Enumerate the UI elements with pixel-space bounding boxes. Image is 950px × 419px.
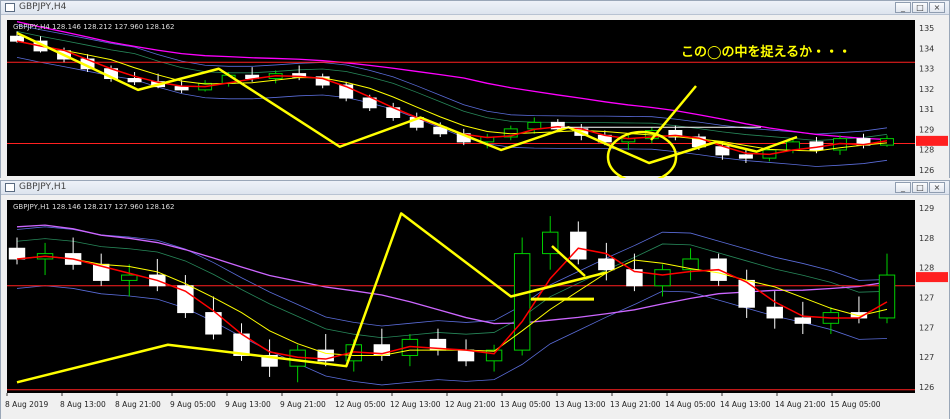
time-axis-label: 9 Aug 13:00 xyxy=(225,400,271,409)
h4-window-title: GBPJPY,H4 xyxy=(19,2,67,12)
candle-body xyxy=(738,279,755,308)
time-axis-label: 8 Aug 13:00 xyxy=(60,400,106,409)
price-axis-label: 126 xyxy=(919,166,934,175)
candle-body xyxy=(127,78,142,83)
candle-body xyxy=(121,274,138,281)
price-axis-label: 127 xyxy=(919,353,934,362)
current-price-tag xyxy=(916,135,948,146)
maximize-button[interactable]: □ xyxy=(912,2,928,13)
candle-body xyxy=(10,35,24,42)
time-axis-label: 12 Aug 05:00 xyxy=(335,400,386,409)
h1-titlebar[interactable]: GBPJPY,H1 _ □ × xyxy=(1,181,949,195)
price-axis-label: 126 xyxy=(919,383,934,392)
candle-body xyxy=(766,306,783,319)
close-button[interactable]: × xyxy=(929,2,945,13)
candle-body xyxy=(457,349,475,362)
candle-body xyxy=(878,274,896,319)
price-axis-label: 129 xyxy=(919,125,934,134)
maximize-button[interactable]: □ xyxy=(912,182,928,193)
price-axis-label: 135 xyxy=(919,24,934,33)
h4-chart[interactable]: 135 134 133 132 131 129 128 126 GBPJPY,H4 128.14… xyxy=(1,16,949,178)
minimize-button[interactable]: _ xyxy=(895,2,911,13)
annotation-text: この◯の中を捉えるか・・・ xyxy=(681,44,851,60)
time-axis-label: 9 Aug 21:00 xyxy=(280,400,326,409)
time-axis-label: 13 Aug 13:00 xyxy=(555,400,606,409)
time-axis-label: 14 Aug 21:00 xyxy=(775,400,826,409)
candle-body xyxy=(794,317,812,324)
price-axis-label: 134 xyxy=(919,44,934,53)
price-axis-label: 129 xyxy=(919,204,934,213)
chart-window-icon xyxy=(5,183,15,192)
h4-chart-window[interactable]: GBPJPY,H4 _ □ × 135 134 133 132 131 129 128 126… xyxy=(0,0,950,178)
h1-window-title: GBPJPY,H1 xyxy=(19,182,67,192)
time-axis-label: 12 Aug 21:00 xyxy=(445,400,496,409)
time-axis-label: 8 Aug 2019 xyxy=(5,400,48,409)
price-axis-label: 128 xyxy=(919,146,934,155)
price-axis-label: 132 xyxy=(919,85,934,94)
time-axis-label: 14 Aug 05:00 xyxy=(665,400,716,409)
current-price-tag xyxy=(916,272,948,283)
candle-body xyxy=(654,269,671,287)
candle-body xyxy=(513,253,531,351)
time-axis-label: 8 Aug 21:00 xyxy=(115,400,161,409)
h1-chart[interactable]: 129 128 128 127 127 127 126 GBPJPY,H1 128.146 1… xyxy=(1,196,949,419)
minimize-button[interactable]: _ xyxy=(895,182,911,193)
plot-area xyxy=(7,200,915,393)
candle-body xyxy=(174,86,189,91)
h1-info-line: GBPJPY,H1 128.146 128.217 127.960 128.16… xyxy=(13,203,175,211)
h4-titlebar[interactable]: GBPJPY,H4 _ □ × xyxy=(1,1,949,15)
price-axis-label: 128 xyxy=(919,234,934,243)
time-axis-label: 12 Aug 13:00 xyxy=(390,400,441,409)
candle-body xyxy=(527,121,542,130)
price-axis-label: 127 xyxy=(919,323,934,332)
time-axis-label: 9 Aug 05:00 xyxy=(170,400,216,409)
h1-chart-window[interactable]: GBPJPY,H1 _ □ × 129 128 128 127 127 127 126 GBP… xyxy=(0,180,950,419)
candle-body xyxy=(738,154,753,159)
candle-body xyxy=(8,247,26,260)
h4-info-line: GBPJPY,H4 128.146 128.212 127.960 128.16… xyxy=(13,23,175,31)
time-axis-label: 13 Aug 21:00 xyxy=(610,400,661,409)
candle-body xyxy=(485,349,503,362)
time-axis-label: 13 Aug 05:00 xyxy=(500,400,551,409)
close-button[interactable]: × xyxy=(929,182,945,193)
price-axis-label: 133 xyxy=(919,65,934,74)
price-axis-label: 127 xyxy=(919,294,934,303)
time-axis-label: 15 Aug 05:00 xyxy=(830,400,881,409)
price-axis-label: 131 xyxy=(919,105,934,114)
chart-window-icon xyxy=(5,3,15,12)
time-axis-label: 14 Aug 13:00 xyxy=(720,400,771,409)
candle-body xyxy=(598,258,615,271)
price-axis-label: 128 xyxy=(919,264,934,273)
